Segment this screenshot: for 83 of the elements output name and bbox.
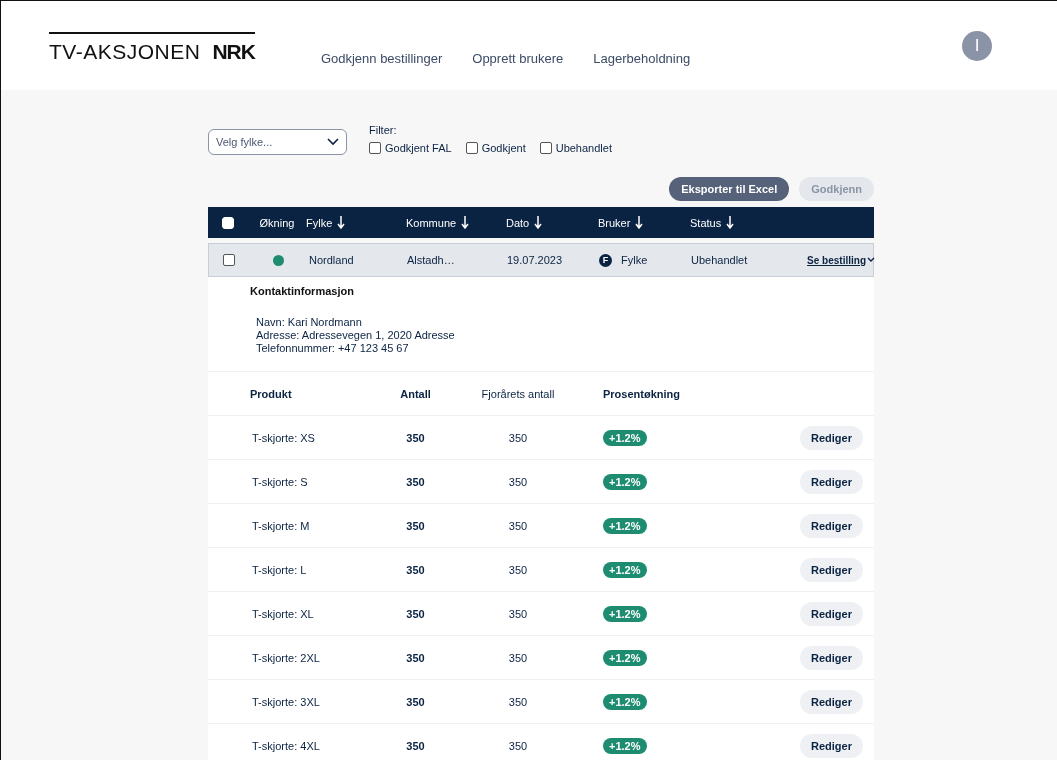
table-cell-text: 350 — [405, 563, 426, 576]
view-order-link[interactable]: Se bestilling — [807, 254, 866, 266]
table-cell-text: T-skjorte: XL — [251, 607, 315, 620]
column-header[interactable]: Fylke — [306, 216, 333, 229]
chevron-down-icon[interactable] — [867, 257, 875, 263]
table-cell-text: 350 — [507, 519, 529, 532]
table-cell-text: 350 — [405, 607, 426, 620]
table-cell-text: T-skjorte: 3XL — [251, 695, 321, 708]
filter-checkbox[interactable] — [369, 142, 381, 154]
column-header[interactable]: Økning — [259, 216, 295, 229]
table-cell: Fylke — [621, 254, 648, 266]
contact-line: Navn: Kari Nordmann — [256, 316, 363, 329]
table-cell: Alstadh… — [407, 254, 455, 266]
contact-line: Adresse: Adressevegen 1, 2020 Adresse — [256, 329, 456, 342]
edit-button[interactable]: Rediger — [800, 557, 863, 582]
table-cell-text: T-skjorte: 2XL — [251, 651, 321, 664]
increase-badge: +1.2% — [603, 561, 647, 578]
table-cell-text: T-skjorte: L — [251, 563, 308, 576]
nav-link[interactable]: Opprett brukere — [472, 51, 564, 66]
edit-button[interactable]: Rediger — [800, 645, 863, 670]
table-cell: Nordland — [309, 254, 354, 266]
row-checkbox[interactable] — [223, 254, 235, 266]
column-header[interactable]: Dato — [506, 216, 530, 229]
table-cell-text: 350 — [405, 739, 426, 752]
filter-label: Filter: — [369, 124, 398, 136]
table-cell-text: T-skjorte: M — [251, 519, 311, 532]
table-cell-text: 350 — [507, 607, 529, 620]
table-cell-text: 350 — [405, 519, 426, 532]
filter-option-label[interactable]: Godkjent FAL — [385, 142, 452, 154]
user-badge: F — [599, 253, 612, 267]
increase-badge: +1.2% — [603, 429, 647, 446]
table-cell-text: 350 — [507, 695, 529, 708]
table-cell-text: T-skjorte: S — [251, 475, 309, 488]
edit-button[interactable]: Rediger — [800, 469, 863, 494]
column-header: Fjorårets antall — [480, 387, 556, 400]
nav-link[interactable]: Godkjenn bestillinger — [320, 51, 443, 66]
increase-badge: +1.2% — [603, 693, 647, 710]
select-all-checkbox[interactable] — [222, 216, 234, 229]
sort-arrow-icon[interactable] — [635, 216, 644, 229]
logo[interactable]: TV-AKSJONEN NRK — [49, 31, 255, 64]
sort-arrow-icon[interactable] — [726, 216, 735, 229]
table-cell-text: 350 — [405, 651, 426, 664]
table-cell-text: T-skjorte: XS — [251, 431, 316, 444]
sort-arrow-icon[interactable] — [337, 216, 346, 229]
edit-button[interactable]: Rediger — [800, 425, 863, 450]
sort-arrow-icon[interactable] — [534, 216, 543, 229]
edit-button[interactable]: Rediger — [800, 513, 863, 538]
edit-button[interactable]: Rediger — [800, 601, 863, 626]
contact-heading: Kontaktinformasjon — [250, 285, 355, 297]
nav-link[interactable]: Lagerbeholdning — [593, 51, 691, 66]
contact-line: Telefonnummer: +47 123 45 67 — [256, 342, 410, 355]
table-cell: 19.07.2023 — [507, 254, 563, 266]
increase-badge: +1.2% — [603, 605, 647, 622]
table-cell-text: 350 — [507, 651, 529, 664]
column-header[interactable]: Status — [690, 216, 722, 229]
table-cell-text: T-skjorte: 4XL — [251, 739, 321, 752]
edit-button[interactable]: Rediger — [800, 689, 863, 714]
edit-button[interactable]: Rediger — [800, 733, 863, 758]
county-select[interactable]: Velg fylke... — [208, 129, 347, 155]
increase-badge: +1.2% — [603, 473, 647, 490]
table-cell: Ubehandlet — [691, 254, 748, 266]
column-header: Antall — [399, 387, 432, 400]
table-cell-text: 350 — [507, 431, 529, 444]
table-cell-text: 350 — [507, 563, 529, 576]
table-cell-text: 350 — [507, 739, 529, 752]
table-cell-text: 350 — [405, 475, 426, 488]
table-cell-text: 350 — [507, 475, 529, 488]
filter-checkbox[interactable] — [539, 142, 552, 154]
filter-option-label[interactable]: Godkjent — [481, 142, 526, 154]
sort-arrow-icon[interactable] — [461, 216, 470, 229]
column-header: Prosentøkning — [602, 387, 681, 400]
increase-badge: +1.2% — [603, 649, 647, 666]
chevron-down-icon — [327, 138, 339, 146]
column-header[interactable]: Bruker — [598, 216, 631, 229]
increase-badge: +1.2% — [603, 737, 647, 754]
filter-option-label[interactable]: Ubehandlet — [555, 142, 612, 154]
column-header[interactable]: Kommune — [406, 216, 457, 229]
filter-checkbox[interactable] — [465, 142, 478, 154]
table-cell-text: 350 — [405, 695, 426, 708]
action-button[interactable]: Eksporter til Excel — [669, 177, 790, 201]
table-cell-text: 350 — [405, 431, 426, 444]
column-header: Produkt — [249, 387, 293, 400]
increase-badge: +1.2% — [603, 517, 647, 534]
